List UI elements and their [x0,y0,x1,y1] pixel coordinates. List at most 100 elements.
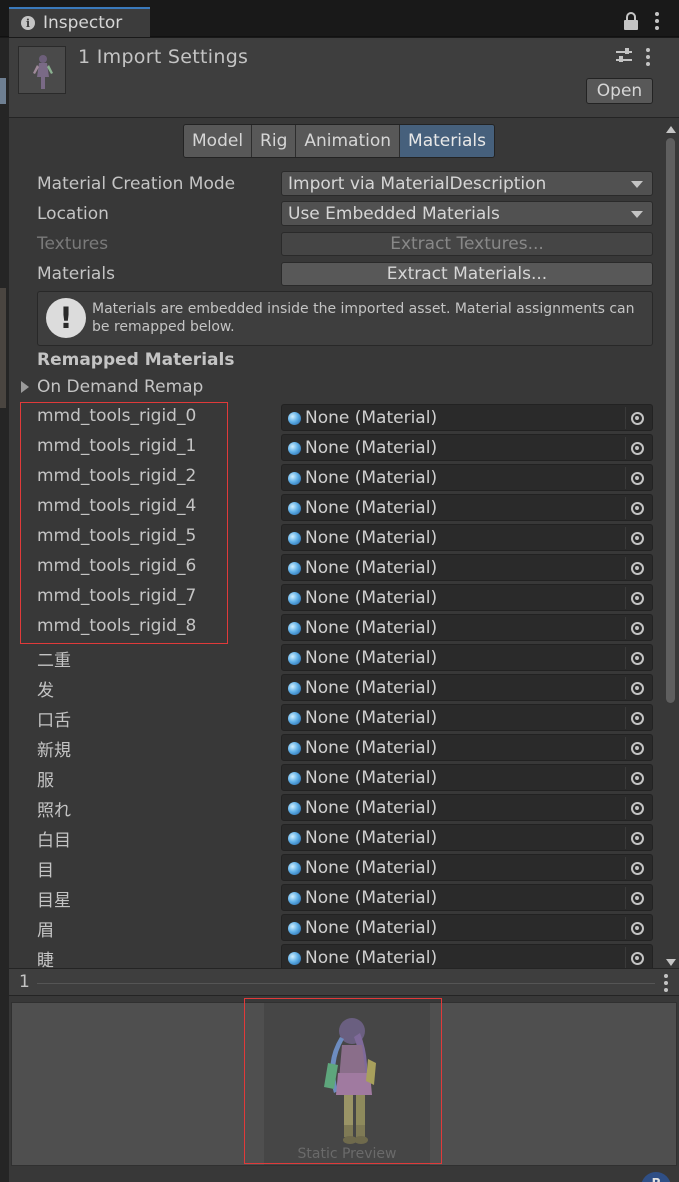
object-picker-icon[interactable] [625,437,648,459]
vertical-scrollbar[interactable] [662,122,679,970]
material-row: mmd_tools_rigid_5 None (Material) [9,523,662,551]
object-picker-icon[interactable] [625,557,648,579]
scroll-down-icon[interactable] [666,959,676,966]
presets-icon[interactable] [616,48,632,64]
material-icon [288,502,301,515]
material-value: None (Material) [305,648,438,668]
scroll-thumb[interactable] [666,138,675,703]
material-value: None (Material) [305,498,438,518]
material-slot-label: mmd_tools_rigid_1 [37,436,197,456]
material-icon [288,622,301,635]
tab-model[interactable]: Model [184,125,253,157]
chevron-down-icon [631,211,643,218]
object-picker-icon[interactable] [625,737,648,759]
material-object-field[interactable]: None (Material) [281,494,653,521]
material-object-field[interactable]: None (Material) [281,884,653,911]
material-object-field[interactable]: None (Material) [281,614,653,641]
open-button[interactable]: Open [586,78,653,104]
material-slot-label: mmd_tools_rigid_8 [37,616,197,636]
help-box: ! Materials are embedded inside the impo… [37,291,653,346]
preview-header[interactable]: 1 [9,968,679,996]
material-value: None (Material) [305,738,438,758]
object-picker-icon[interactable] [625,617,648,639]
window-menu-icon[interactable] [655,12,659,30]
material-object-field[interactable]: None (Material) [281,704,653,731]
object-picker-icon[interactable] [625,707,648,729]
material-value: None (Material) [305,858,438,878]
material-slot-label: mmd_tools_rigid_7 [37,586,197,606]
material-slot-label: 目星 [37,891,71,911]
inspector-tab[interactable]: i Inspector [9,7,150,37]
material-value: None (Material) [305,948,438,968]
material-object-field[interactable]: None (Material) [281,404,653,431]
object-picker-icon[interactable] [625,407,648,429]
object-picker-icon[interactable] [625,947,648,969]
object-picker-icon[interactable] [625,647,648,669]
tab-animation[interactable]: Animation [296,125,401,157]
material-object-field[interactable]: None (Material) [281,824,653,851]
object-picker-icon[interactable] [625,497,648,519]
material-object-field[interactable]: None (Material) [281,644,653,671]
info-icon: i [21,16,35,30]
materials-label: Materials [37,264,115,284]
material-object-field[interactable]: None (Material) [281,854,653,881]
material-icon [288,892,301,905]
material-object-field[interactable]: None (Material) [281,674,653,701]
warning-icon: ! [46,298,86,338]
object-picker-icon[interactable] [625,917,648,939]
object-picker-icon[interactable] [625,527,648,549]
object-picker-icon[interactable] [625,587,648,609]
material-value: None (Material) [305,708,438,728]
object-picker-icon[interactable] [625,767,648,789]
chevron-right-icon [21,381,29,393]
material-icon [288,592,301,605]
material-slot-label: mmd_tools_rigid_6 [37,556,197,576]
material-row: mmd_tools_rigid_2 None (Material) [9,463,662,491]
material-icon [288,742,301,755]
material-slot-label: mmd_tools_rigid_4 [37,496,197,516]
material-object-field[interactable]: None (Material) [281,584,653,611]
material-icon [288,472,301,485]
location-label: Location [37,204,109,224]
material-slot-label: mmd_tools_rigid_2 [37,466,197,486]
material-creation-mode-dropdown[interactable]: Import via MaterialDescription [281,171,653,196]
lock-icon[interactable] [624,12,638,30]
material-object-field[interactable]: None (Material) [281,794,653,821]
material-row: 口舌 None (Material) [9,703,662,731]
material-object-field[interactable]: None (Material) [281,524,653,551]
preview-highlight-annotation [244,998,442,1164]
material-object-field[interactable]: None (Material) [281,734,653,761]
material-object-field[interactable]: None (Material) [281,434,653,461]
tab-title: Inspector [43,13,123,33]
object-picker-icon[interactable] [625,827,648,849]
material-icon [288,922,301,935]
material-object-field[interactable]: None (Material) [281,944,653,971]
scroll-up-icon[interactable] [666,126,676,133]
material-value: None (Material) [305,468,438,488]
material-icon [288,952,301,965]
material-object-field[interactable]: None (Material) [281,554,653,581]
material-slot-label: 服 [37,771,54,791]
preview-menu-icon[interactable] [664,974,668,992]
tab-materials[interactable]: Materials [400,125,494,157]
material-row: mmd_tools_rigid_4 None (Material) [9,493,662,521]
material-object-field[interactable]: None (Material) [281,914,653,941]
object-picker-icon[interactable] [625,467,648,489]
object-picker-icon[interactable] [625,677,648,699]
object-picker-icon[interactable] [625,797,648,819]
material-icon [288,772,301,785]
tab-rig[interactable]: Rig [252,125,297,157]
material-object-field[interactable]: None (Material) [281,764,653,791]
object-picker-icon[interactable] [625,887,648,909]
scene-view-edge [0,38,9,1182]
extract-textures-button[interactable]: Extract Textures... [281,232,653,256]
material-object-field[interactable]: None (Material) [281,464,653,491]
preview-count: 1 [19,972,30,992]
material-icon [288,532,301,545]
location-dropdown[interactable]: Use Embedded Materials [281,201,653,226]
object-picker-icon[interactable] [625,857,648,879]
on-demand-remap-foldout[interactable]: On Demand Remap [21,377,203,397]
context-menu-icon[interactable] [646,48,650,66]
bottom-strip [9,1168,679,1182]
extract-materials-button[interactable]: Extract Materials... [281,262,653,286]
